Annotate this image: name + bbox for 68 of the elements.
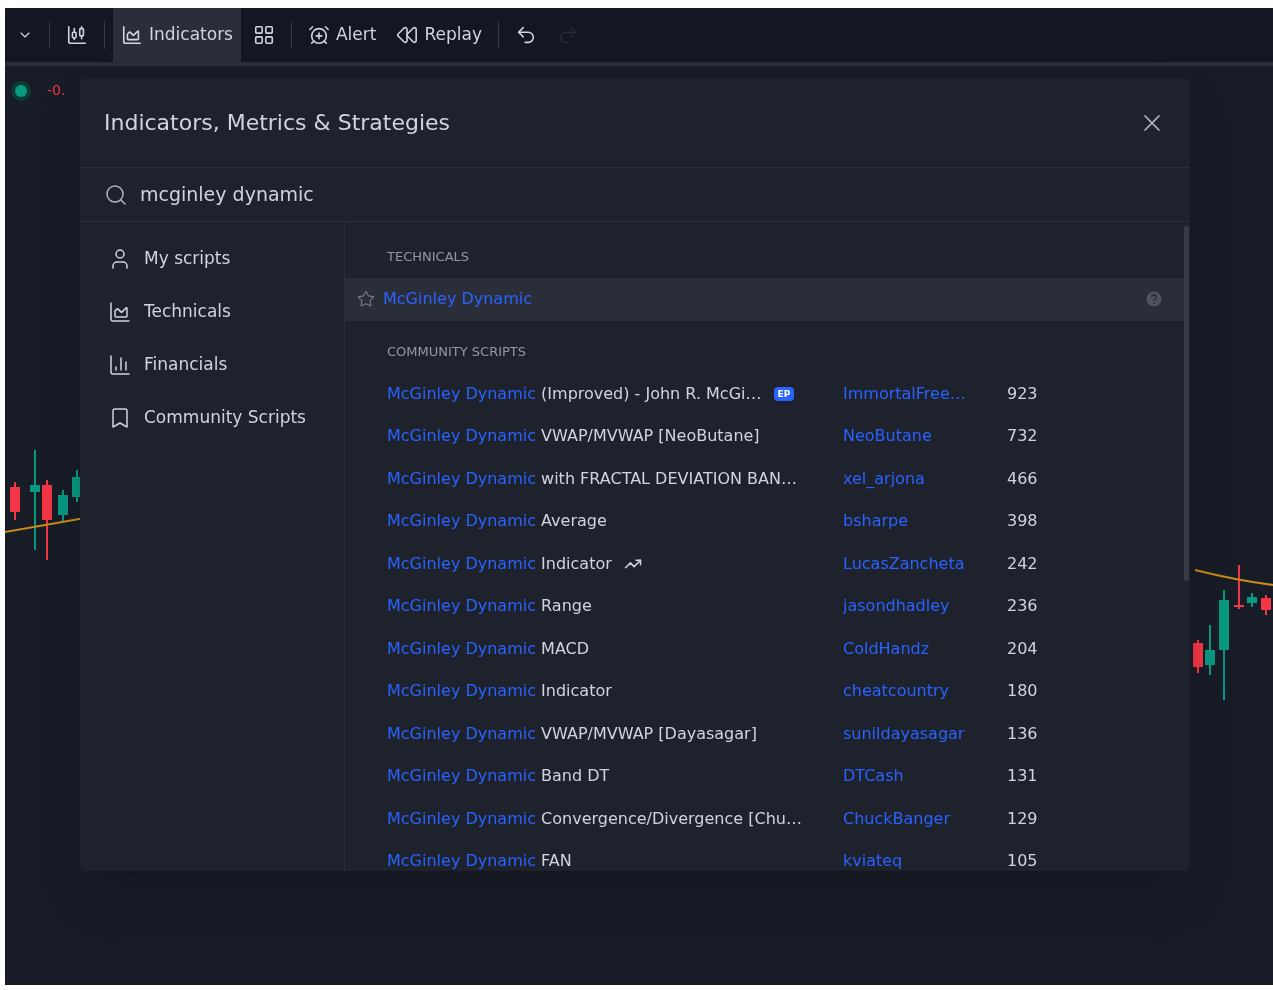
like-count: 204: [1007, 637, 1038, 660]
candle: [1261, 594, 1271, 616]
like-count: 180: [1007, 680, 1038, 703]
like-count: 242: [1007, 552, 1038, 575]
script-name: McGinley Dynamic VWAP/MVWAP [Dayasagar]: [387, 722, 757, 745]
script-row[interactable]: McGinley Dynamic Average bsharpe 398: [345, 500, 1184, 543]
like-count: 398: [1007, 510, 1038, 533]
script-name: McGinley Dynamic Indicator: [387, 680, 612, 703]
script-name: McGinley Dynamic MACD: [387, 637, 590, 660]
scrollbar-thumb[interactable]: [1184, 226, 1189, 581]
like-count: 236: [1007, 595, 1038, 618]
script-row[interactable]: McGinley Dynamic FAN kviateq 105: [345, 840, 1184, 871]
script-name: McGinley Dynamic with FRACTAL DEVIATION BAN…: [387, 467, 797, 490]
alarm-clock-icon: [308, 24, 330, 46]
script-row[interactable]: McGinley Dynamic Band DT DTCash 131: [345, 755, 1184, 798]
script-row[interactable]: McGinley Dynamic VWAP/MVWAP [NeoButane] NeoButane 732: [345, 415, 1184, 458]
section-heading: COMMUNITY SCRIPTS: [386, 342, 528, 361]
star-icon[interactable]: [357, 290, 375, 309]
script-name: McGinley Dynamic FAN: [387, 850, 572, 871]
script-row[interactable]: McGinley Dynamic Indicator cheatcountry 180: [345, 670, 1184, 713]
candle: [1247, 592, 1257, 608]
script-name: McGinley Dynamic: [383, 288, 532, 311]
candle: [1234, 564, 1244, 610]
script-row[interactable]: McGinley Dynamic Convergence/Divergence [Chu… ChuckBanger 129: [345, 797, 1184, 840]
script-row[interactable]: McGinley Dynamic MACD ColdHandz 204: [345, 627, 1184, 670]
like-count: 129: [1007, 807, 1038, 830]
candle: [1193, 639, 1203, 674]
candle: [58, 489, 68, 523]
like-count: 136: [1007, 722, 1038, 745]
script-row[interactable]: McGinley Dynamic (Improved) - John R. McGi… EP ImmortalFree… 923: [345, 372, 1184, 415]
toolbar-button[interactable]: Replay: [388, 8, 490, 62]
candle: [1205, 624, 1215, 676]
script-name: McGinley Dynamic VWAP/MVWAP [NeoButane]: [387, 425, 760, 448]
section-heading: TECHNICALS: [386, 248, 471, 267]
rewind-icon: [396, 24, 419, 46]
script-row[interactable]: McGinley Dynamic Range jasondhadley 236: [345, 585, 1184, 628]
script-row[interactable]: McGinley Dynamic VWAP/MVWAP [Dayasagar] sunildayasagar 136: [345, 712, 1184, 755]
bar-chart-icon: [108, 352, 132, 377]
search-field[interactable]: mcginley dynamic: [140, 180, 1166, 209]
help-icon[interactable]: [1144, 289, 1164, 310]
script-row[interactable]: McGinley Dynamic with FRACTAL DEVIATION BAN… xel_arjona 466: [345, 457, 1184, 500]
search-icon: [104, 182, 128, 207]
dialog-title: Indicators, Metrics & Strategies: [104, 109, 451, 137]
script-name: McGinley Dynamic Indicator: [387, 552, 612, 575]
badge: EP: [773, 386, 795, 401]
candlestick-icon: [66, 24, 88, 46]
category-item[interactable]: Community Scripts: [108, 391, 344, 444]
legend-value: -0.: [47, 81, 66, 100]
category-item[interactable]: Financials: [108, 338, 344, 391]
script-name: McGinley Dynamic Band DT: [387, 765, 610, 788]
like-count: 105: [1007, 850, 1038, 871]
category-item[interactable]: My scripts: [108, 232, 344, 285]
grid-icon: [253, 24, 275, 46]
chart-icon: [121, 24, 143, 46]
like-count: 732: [1007, 425, 1038, 448]
chart-icon: [108, 299, 132, 324]
toolbar-button[interactable]: Alert: [300, 8, 385, 62]
like-count: 131: [1007, 765, 1038, 788]
toolbar-button[interactable]: Indicators: [113, 8, 241, 62]
like-count: 923: [1007, 382, 1038, 405]
script-row[interactable]: McGinley Dynamic Indicator LucasZancheta 242: [345, 542, 1184, 585]
script-name: McGinley Dynamic Convergence/Divergence [Chu…: [387, 807, 802, 830]
script-name: McGinley Dynamic Range: [387, 595, 592, 618]
like-count: 466: [1007, 467, 1038, 490]
script-name: McGinley Dynamic Average: [387, 510, 607, 533]
candle: [10, 481, 20, 521]
category-item[interactable]: Technicals: [108, 285, 344, 338]
script-name: McGinley Dynamic (Improved) - John R. McGi…: [387, 382, 762, 405]
